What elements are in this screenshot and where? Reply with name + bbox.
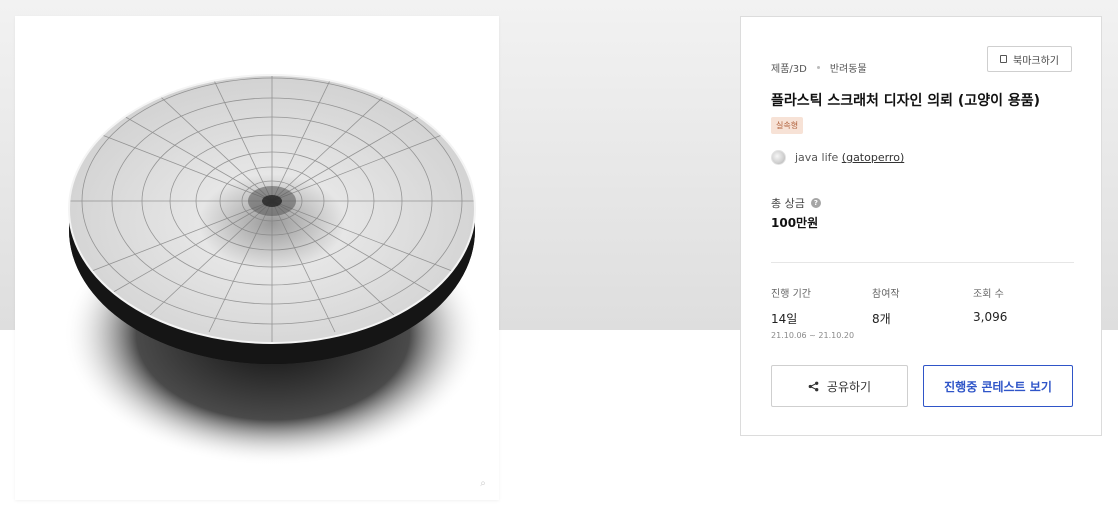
breadcrumb: 제품/3D 반려동물: [771, 60, 867, 75]
ongoing-contests-button[interactable]: 진행중 콘테스트 보기: [923, 365, 1073, 407]
contest-info-panel: 제품/3D 반려동물 북마크하기 플라스틱 스크래처 디자인 의뢰 (고양이 용…: [740, 16, 1102, 436]
views-value: 3,096: [973, 310, 1008, 324]
share-icon: [808, 381, 819, 391]
entries-value: 8개: [872, 312, 891, 326]
views-label: 조회 수: [973, 289, 1004, 300]
stat-views: 조회 수 3,096: [973, 285, 1007, 324]
contest-title: 플라스틱 스크래처 디자인 의뢰 (고양이 용품): [771, 93, 1041, 109]
product-render-image: [63, 74, 483, 466]
stat-entries: 참여작 8개: [872, 285, 900, 327]
share-label: 공유하기: [826, 379, 872, 394]
bookmark-icon: [1000, 55, 1007, 63]
bookmark-button[interactable]: 북마크하기: [987, 46, 1072, 72]
zoom-icon[interactable]: ⌕: [477, 478, 489, 490]
period-range: 21.10.06 ~ 21.10.20: [771, 331, 855, 340]
breadcrumb-subcategory[interactable]: 반려동물: [830, 60, 867, 75]
contest-tag-badge: 실속형: [771, 117, 804, 134]
bookmark-label: 북마크하기: [1013, 55, 1059, 67]
prize-label: 총 상금 ?: [771, 195, 821, 211]
entries-label: 참여작: [872, 289, 900, 300]
share-button[interactable]: 공유하기: [771, 365, 908, 407]
author-name: java life: [795, 151, 839, 164]
divider: [771, 262, 1074, 263]
breadcrumb-category[interactable]: 제품/3D: [771, 60, 807, 75]
author-handle-link[interactable]: (gatoperro): [842, 151, 904, 164]
ongoing-contests-label: 진행중 콘테스트 보기: [944, 379, 1052, 394]
stat-period: 진행 기간 14일 21.10.06 ~ 21.10.20: [771, 285, 854, 340]
product-image-card[interactable]: ⌕: [15, 16, 499, 500]
help-icon[interactable]: ?: [810, 198, 821, 208]
period-value: 14일: [771, 312, 798, 326]
author-avatar[interactable]: [771, 150, 786, 165]
period-label: 진행 기간: [771, 289, 811, 300]
author-row: java life (gatoperro): [771, 150, 904, 165]
breadcrumb-separator: [816, 66, 820, 69]
prize-value: 100만원: [771, 216, 819, 230]
prize-label-text: 총 상금: [771, 197, 805, 210]
